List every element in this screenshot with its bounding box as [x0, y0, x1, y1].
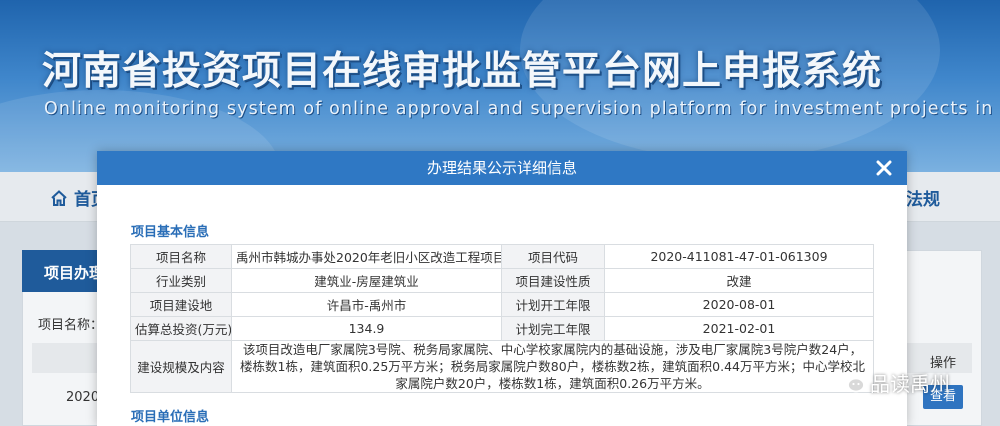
table-row: 行业类别 建筑业-房屋建筑业 项目建设性质 改建: [130, 268, 874, 293]
section-title-basic: 项目基本信息: [131, 225, 210, 240]
table-row: 项目建设地 许昌市-禹州市 计划开工年限 2020-08-01: [130, 292, 874, 317]
dialog-header: 办理结果公示详细信息: [97, 151, 907, 185]
field-value: 2021-02-01: [604, 316, 874, 341]
field-label: 计划完工年限: [501, 316, 605, 341]
field-label: 计划开工年限: [501, 292, 605, 317]
table-cell: 2020: [66, 390, 100, 405]
table-row: 估算总投资(万元) 134.9 计划完工年限 2021-02-01: [130, 316, 874, 341]
field-label: 行业类别: [130, 268, 232, 293]
field-value: 134.9: [231, 316, 502, 341]
field-value: 建筑业-房屋建筑业: [231, 268, 502, 293]
field-label: 项目建设性质: [501, 268, 605, 293]
construction-scale-text: 该项目改造电厂家属院3号院、税务局家属院、中心学校家属院内的基础设施，涉及电厂家…: [231, 340, 874, 393]
banner-title: 河南省投资项目在线审批监管平台网上申报系统: [42, 49, 883, 94]
field-value: 禹州市韩城办事处2020年老旧小区改造工程项目: [231, 244, 502, 269]
result-detail-dialog: 办理结果公示详细信息 项目基本信息 项目名称 禹州市韩城办事处2020年老旧小区…: [97, 151, 907, 426]
close-icon[interactable]: [875, 159, 893, 177]
field-label: 项目代码: [501, 244, 605, 269]
section-title-unit: 项目单位信息: [131, 410, 210, 425]
field-value: 2020-411081-47-01-061309: [604, 244, 874, 269]
field-value: 2020-08-01: [604, 292, 874, 317]
project-info-table: 项目名称 禹州市韩城办事处2020年老旧小区改造工程项目 项目代码 2020-4…: [130, 244, 874, 393]
home-icon: [51, 189, 67, 206]
watermark-text: 品读禹州: [870, 372, 950, 396]
banner-subtitle: Online monitoring system of online appro…: [44, 99, 1000, 119]
table-row: 建设规模及内容 该项目改造电厂家属院3号院、税务局家属院、中心学校家属院内的基础…: [130, 340, 874, 393]
table-row: 项目名称 禹州市韩城办事处2020年老旧小区改造工程项目 项目代码 2020-4…: [130, 244, 874, 269]
field-value: 改建: [604, 268, 874, 293]
watermark: 品读禹州: [836, 368, 950, 397]
field-label: 项目名称: [130, 244, 232, 269]
field-value: 许昌市-禹州市: [231, 292, 502, 317]
project-name-filter-label: 项目名称：: [38, 318, 104, 333]
nav-item-law[interactable]: 法规: [906, 185, 940, 210]
header-banner: 河南省投资项目在线审批监管平台网上申报系统 Online monitoring …: [0, 0, 1000, 172]
wechat-icon: [836, 371, 865, 392]
field-label: 项目建设地: [130, 292, 232, 317]
field-label: 估算总投资(万元): [130, 316, 232, 341]
dialog-title: 办理结果公示详细信息: [426, 159, 577, 177]
field-label: 建设规模及内容: [130, 340, 232, 393]
